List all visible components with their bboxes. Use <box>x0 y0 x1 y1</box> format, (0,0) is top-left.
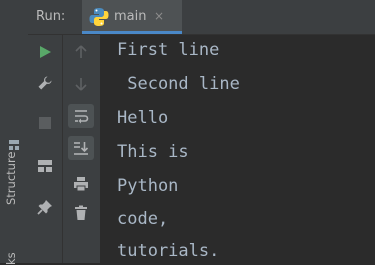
tab-main[interactable]: main × <box>82 0 182 34</box>
bookmarks-tab[interactable]: ks <box>4 252 18 265</box>
structure-tab[interactable]: Structure <box>4 152 18 206</box>
side-tool-strip: Structure ks <box>0 0 29 265</box>
scroll-to-end-icon <box>74 142 89 155</box>
layout-button[interactable] <box>32 154 58 178</box>
wrench-icon <box>38 76 52 90</box>
next-occurrence-button[interactable] <box>68 72 94 96</box>
console-line: This is <box>117 142 189 162</box>
run-label: Run: <box>36 9 66 24</box>
console-output[interactable]: First line Second line Hello This is Pyt… <box>100 35 375 263</box>
console-line: code, <box>117 209 169 229</box>
layout-icon <box>38 160 52 172</box>
print-icon <box>74 177 88 192</box>
soft-wrap-icon <box>75 110 89 124</box>
tab-active-indicator <box>82 31 182 34</box>
print-button[interactable] <box>68 172 94 196</box>
console-line: Hello <box>117 108 169 128</box>
run-toolbar-right <box>63 35 100 263</box>
scroll-to-end-button[interactable] <box>68 136 94 160</box>
pin-icon <box>37 200 52 215</box>
clear-all-button[interactable] <box>68 201 94 225</box>
close-icon[interactable]: × <box>154 9 164 23</box>
up-arrow-icon <box>75 45 87 58</box>
down-arrow-icon <box>75 78 87 91</box>
console-line: First line <box>117 40 220 60</box>
run-button[interactable] <box>32 40 58 64</box>
soft-wrap-button[interactable] <box>68 104 94 128</box>
previous-occurrence-button[interactable] <box>68 40 94 64</box>
console-line: tutorials. <box>117 241 220 261</box>
stop-icon <box>39 117 51 129</box>
structure-icon <box>9 140 19 150</box>
pin-button[interactable] <box>32 195 58 219</box>
run-header: Run: main × <box>28 0 375 35</box>
console-line: Python <box>117 176 179 196</box>
settings-button[interactable] <box>32 71 58 95</box>
python-icon <box>89 8 109 26</box>
tab-title: main <box>114 9 147 24</box>
console-line: Second line <box>117 74 240 94</box>
run-toolbar-left <box>28 35 63 263</box>
stop-button[interactable] <box>32 111 58 135</box>
trash-icon <box>75 205 87 220</box>
run-icon <box>40 46 51 58</box>
